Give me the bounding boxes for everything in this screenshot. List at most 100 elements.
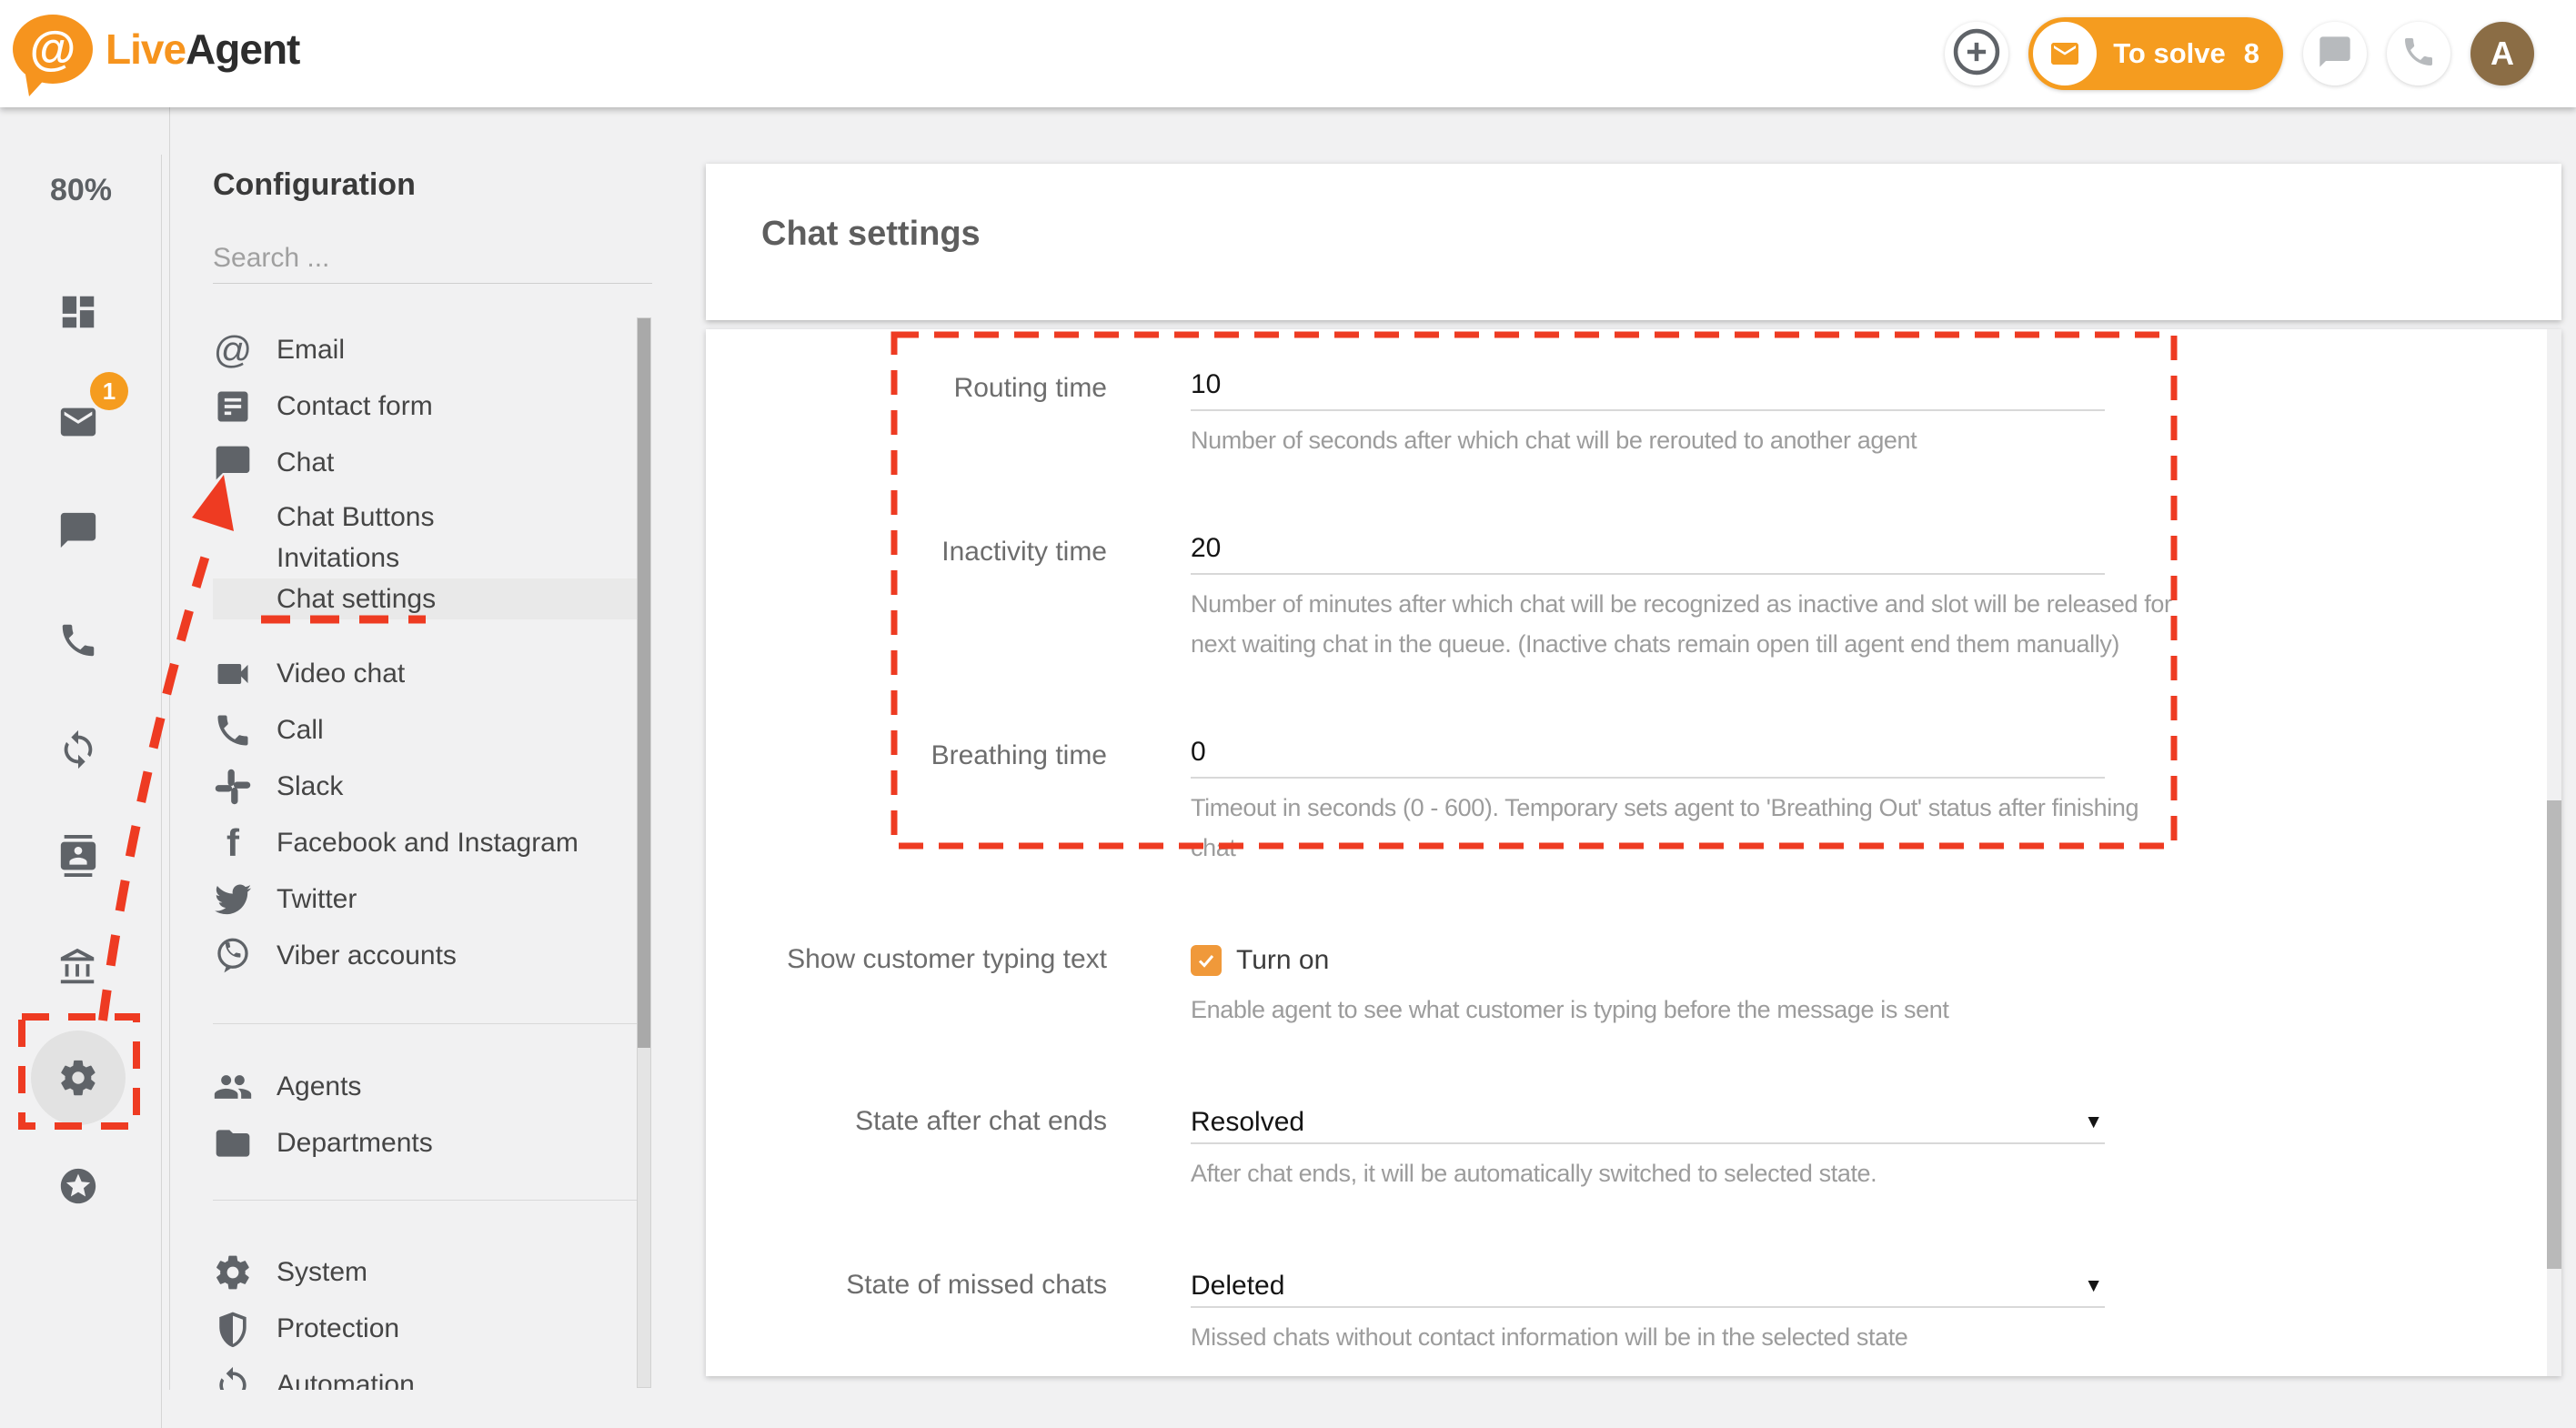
contact-form-icon (213, 387, 253, 427)
viber-icon (213, 936, 253, 976)
field-help: Missed chats without contact information… (1191, 1317, 2105, 1357)
logo-bubble-icon: @ (13, 15, 93, 84)
sidebar-item-tickets[interactable] (57, 401, 99, 443)
sidebar-item-features[interactable] (57, 1165, 99, 1207)
sidebar-item-billing[interactable] (57, 947, 99, 989)
configuration-menu: @ Email Contact form Chat Chat Buttons I… (170, 315, 638, 1390)
sync-icon (57, 759, 99, 774)
page-title: Chat settings (761, 215, 981, 254)
field-label: Show customer typing text (760, 940, 1107, 1030)
panel-scrollbar-thumb[interactable] (638, 318, 650, 1048)
field-label: State of missed chats (760, 1266, 1107, 1357)
field-label: Inactivity time (760, 533, 1107, 664)
field-help: After chat ends, it will be automaticall… (1191, 1153, 2105, 1193)
inactivity-time-input[interactable]: 20 (1191, 533, 2105, 575)
menu-item-invitations[interactable]: Invitations (213, 538, 638, 578)
twitter-icon (213, 880, 253, 920)
menu-item-facebook-instagram[interactable]: f Facebook and Instagram (213, 815, 638, 871)
sidebar-item-chats[interactable] (57, 509, 99, 551)
routing-time-input[interactable]: 10 (1191, 369, 2105, 411)
bank-icon (57, 977, 99, 992)
chat-bubble-icon (2317, 34, 2353, 75)
contacts-icon (57, 865, 99, 880)
field-state-of-missed-chats: State of missed chats Deleted ▼ Missed c… (760, 1266, 2561, 1357)
panel-scrollbar[interactable] (637, 317, 651, 1388)
chevron-down-icon: ▼ (2084, 1111, 2103, 1133)
chevron-down-icon: ▼ (2084, 1275, 2103, 1297)
logo-text: LiveAgent (106, 25, 299, 74)
to-solve-mail-icon (2033, 22, 2097, 85)
automation-icon (213, 1365, 253, 1390)
slack-icon (213, 767, 253, 807)
avatar[interactable]: A (2470, 22, 2534, 85)
field-inactivity-time: Inactivity time 20 Number of minutes aft… (760, 533, 2561, 664)
menu-item-chat[interactable]: Chat (213, 435, 638, 491)
add-button[interactable] (1945, 22, 2008, 85)
mail-icon (57, 431, 99, 447)
turn-on-checkbox[interactable] (1191, 945, 1222, 976)
departments-icon (213, 1123, 253, 1163)
main-scrollbar-thumb[interactable] (2547, 800, 2561, 1269)
sidebar-item-settings[interactable] (57, 1057, 99, 1099)
facebook-icon: f (213, 823, 253, 863)
field-routing-time: Routing time 10 Number of seconds after … (760, 369, 2561, 460)
calls-button[interactable] (2387, 22, 2450, 85)
video-chat-icon (213, 654, 253, 694)
panel-title: Configuration (213, 167, 416, 203)
menu-item-video-chat[interactable]: Video chat (213, 646, 638, 702)
liveagent-logo[interactable]: @ LiveAgent (13, 15, 299, 84)
at-icon: @ (213, 330, 253, 370)
field-state-after-chat-ends: State after chat ends Resolved ▼ After c… (760, 1102, 2561, 1193)
field-label: Breathing time (760, 737, 1107, 868)
menu-item-agents[interactable]: Agents (213, 1059, 638, 1115)
chat-icon (213, 443, 253, 483)
search-input[interactable] (213, 233, 652, 284)
dashboard-icon (57, 321, 99, 337)
zoom-level: 80% (0, 173, 162, 208)
state-of-missed-chats-select[interactable]: Deleted ▼ (1191, 1266, 2105, 1308)
menu-item-chat-buttons[interactable]: Chat Buttons (213, 497, 638, 538)
topbar-actions: To solve 8 A (1945, 0, 2534, 107)
checkbox-label: Turn on (1236, 945, 1329, 976)
sidebar-item-calls[interactable] (57, 619, 99, 661)
menu-item-slack[interactable]: Slack (213, 759, 638, 815)
chat-icon (57, 539, 99, 555)
agents-icon (213, 1067, 253, 1107)
settings-card: Routing time 10 Number of seconds after … (706, 329, 2561, 1376)
menu-item-system[interactable]: System (213, 1244, 638, 1301)
sidebar-item-automation[interactable] (57, 729, 99, 770)
star-circle-icon (57, 1195, 99, 1211)
breathing-time-input[interactable]: 0 (1191, 737, 2105, 779)
protection-icon (213, 1309, 253, 1349)
menu-item-protection[interactable]: Protection (213, 1301, 638, 1357)
to-solve-label: To solve (2113, 37, 2225, 70)
phone-icon (213, 710, 253, 750)
menu-item-email[interactable]: @ Email (213, 322, 638, 378)
main-scrollbar[interactable] (2547, 329, 2561, 1376)
menu-item-automation[interactable]: Automation (213, 1357, 638, 1390)
rail-divider (161, 155, 162, 1428)
phone-icon (57, 649, 99, 665)
sidebar-item-dashboard[interactable] (57, 291, 99, 333)
menu-item-call[interactable]: Call (213, 702, 638, 759)
menu-item-viber[interactable]: Viber accounts (213, 928, 638, 984)
page-header-card: Chat settings (706, 164, 2561, 320)
state-after-chat-ends-select[interactable]: Resolved ▼ (1191, 1102, 2105, 1144)
phone-icon (2400, 34, 2437, 75)
sidebar-item-contacts[interactable] (57, 835, 99, 877)
menu-divider (213, 1023, 638, 1024)
menu-item-contact-form[interactable]: Contact form (213, 378, 638, 435)
field-breathing-time: Breathing time 0 Timeout in seconds (0 -… (760, 737, 2561, 868)
gear-icon (57, 1087, 99, 1102)
field-label: Routing time (760, 369, 1107, 460)
field-label: State after chat ends (760, 1102, 1107, 1193)
menu-item-twitter[interactable]: Twitter (213, 871, 638, 928)
logo-at-glyph: @ (30, 22, 76, 76)
to-solve-button[interactable]: To solve 8 (2028, 17, 2283, 90)
chats-button[interactable] (2303, 22, 2367, 85)
menu-divider (213, 1200, 638, 1201)
menu-item-departments[interactable]: Departments (213, 1115, 638, 1172)
menu-item-chat-settings[interactable]: Chat settings (213, 578, 638, 619)
field-show-customer-typing: Show customer typing text Turn on Enable… (760, 940, 2561, 1030)
to-solve-count: 8 (2244, 37, 2259, 70)
